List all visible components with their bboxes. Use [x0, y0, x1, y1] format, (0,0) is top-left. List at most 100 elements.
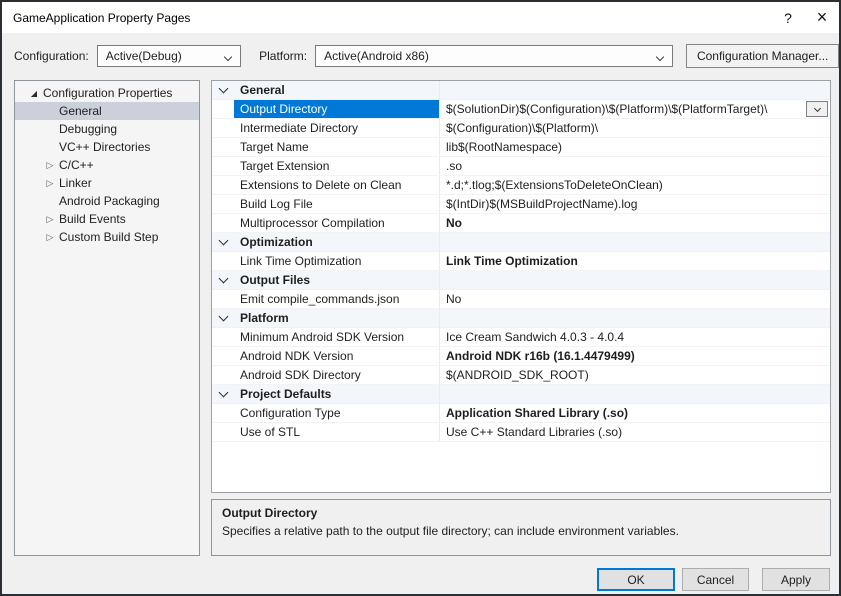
property-row-android-ndk-version[interactable]: Android NDK VersionAndroid NDK r16b (16.…	[212, 347, 830, 366]
tree-collapsed-icon[interactable]	[43, 214, 57, 225]
tree-item-general[interactable]: General	[15, 102, 199, 120]
property-row-build-log-file[interactable]: Build Log File $(IntDir)$(MSBuildProjectN…	[212, 195, 830, 214]
property-name: Emit compile_commands.json	[234, 290, 440, 308]
property-row-target-extension[interactable]: Target Extension.so	[212, 157, 830, 176]
section-collapse-toggle[interactable]	[212, 271, 234, 289]
close-icon: ×	[817, 7, 828, 28]
section-row-general[interactable]: General	[212, 81, 830, 100]
tree-item-configuration-properties[interactable]: Configuration Properties	[15, 84, 199, 102]
property-value[interactable]: Use C++ Standard Libraries (.so)	[440, 423, 830, 441]
chevron-down-icon	[813, 104, 820, 111]
tree-item-c-c[interactable]: C/C++	[15, 156, 199, 174]
property-value[interactable]: $(ANDROID_SDK_ROOT)	[440, 366, 830, 384]
section-collapse-toggle[interactable]	[212, 233, 234, 251]
tree-collapsed-icon[interactable]	[43, 160, 57, 171]
property-value[interactable]: Link Time Optimization	[440, 252, 830, 270]
property-grid: GeneralOutput Directory$(SolutionDir)$(C…	[211, 80, 831, 493]
property-value-text: $(IntDir)$(MSBuildProjectName).log	[446, 197, 637, 211]
property-name: Use of STL	[234, 423, 440, 441]
property-value[interactable]: Application Shared Library (.so)	[440, 404, 830, 422]
row-indent	[212, 176, 234, 194]
tree-item-vc-directories[interactable]: VC++ Directories	[15, 138, 199, 156]
titlebar-buttons: ? ×	[771, 2, 839, 33]
property-value[interactable]: No	[440, 290, 830, 308]
property-value[interactable]: $(IntDir)$(MSBuildProjectName).log	[440, 195, 830, 213]
section-spacer	[440, 233, 830, 251]
platform-dropdown[interactable]: Active(Android x86)	[315, 45, 673, 67]
property-row-target-name[interactable]: Target Namelib$(RootNamespace)	[212, 138, 830, 157]
config-tree: Configuration Properties GeneralDebugging…	[14, 80, 200, 556]
section-spacer	[440, 385, 830, 403]
property-name: Link Time Optimization	[234, 252, 440, 270]
property-value-text: .so	[446, 159, 462, 173]
close-button[interactable]: ×	[805, 2, 839, 33]
property-name: Output Directory	[234, 100, 440, 118]
section-spacer	[440, 271, 830, 289]
tree-item-linker[interactable]: Linker	[15, 174, 199, 192]
configuration-manager-button[interactable]: Configuration Manager...	[686, 44, 839, 68]
property-row-minimum-android-sdk-version[interactable]: Minimum Android SDK VersionIce Cream San…	[212, 328, 830, 347]
section-row-output-files[interactable]: Output Files	[212, 271, 830, 290]
property-value[interactable]: Ice Cream Sandwich 4.0.3 - 4.0.4	[440, 328, 830, 346]
configuration-label: Configuration:	[14, 49, 89, 63]
section-title: Project Defaults	[234, 385, 440, 403]
property-row-emit-compile-commands-json[interactable]: Emit compile_commands.jsonNo	[212, 290, 830, 309]
row-indent	[212, 214, 234, 232]
help-button[interactable]: ?	[771, 2, 805, 33]
row-indent	[212, 423, 234, 441]
property-row-android-sdk-directory[interactable]: Android SDK Directory$(ANDROID_SDK_ROOT)	[212, 366, 830, 385]
property-row-use-of-stl[interactable]: Use of STLUse C++ Standard Libraries (.s…	[212, 423, 830, 442]
property-name: Build Log File	[234, 195, 440, 213]
section-row-project-defaults[interactable]: Project Defaults	[212, 385, 830, 404]
value-dropdown-button[interactable]	[806, 101, 828, 117]
row-indent	[212, 347, 234, 365]
property-value-text: $(ANDROID_SDK_ROOT)	[446, 368, 589, 382]
property-row-configuration-type[interactable]: Configuration TypeApplication Shared Lib…	[212, 404, 830, 423]
tree-collapsed-icon[interactable]	[43, 232, 57, 243]
property-value[interactable]: $(SolutionDir)$(Configuration)\$(Platfor…	[440, 100, 830, 118]
section-row-platform[interactable]: Platform	[212, 309, 830, 328]
property-row-extensions-to-delete-on-clean[interactable]: Extensions to Delete on Clean*.d;*.tlog;…	[212, 176, 830, 195]
section-collapse-toggle[interactable]	[212, 81, 234, 99]
property-value[interactable]: .so	[440, 157, 830, 175]
property-row-multiprocessor-compilation[interactable]: Multiprocessor CompilationNo	[212, 214, 830, 233]
row-indent	[212, 366, 234, 384]
configuration-dropdown[interactable]: Active(Debug)	[97, 45, 241, 67]
property-value[interactable]: Android NDK r16b (16.1.4479499)	[440, 347, 830, 365]
ok-button[interactable]: OK	[597, 568, 675, 591]
tree-item-label: Android Packaging	[57, 194, 160, 208]
section-row-optimization[interactable]: Optimization	[212, 233, 830, 252]
apply-button[interactable]: Apply	[762, 568, 830, 591]
section-collapse-toggle[interactable]	[212, 309, 234, 327]
row-indent	[212, 290, 234, 308]
property-value-text: lib$(RootNamespace)	[446, 140, 562, 154]
row-indent	[212, 100, 234, 118]
property-value[interactable]: No	[440, 214, 830, 232]
tree-item-custom-build-step[interactable]: Custom Build Step	[15, 228, 199, 246]
tree-item-label: Configuration Properties	[41, 86, 172, 100]
configuration-manager-label: Configuration Manager...	[697, 49, 828, 63]
tree-item-build-events[interactable]: Build Events	[15, 210, 199, 228]
property-value[interactable]: *.d;*.tlog;$(ExtensionsToDeleteOnClean)	[440, 176, 830, 194]
tree-item-label: Custom Build Step	[57, 230, 158, 244]
property-row-intermediate-directory[interactable]: Intermediate Directory$(Configuration)\$…	[212, 119, 830, 138]
property-value[interactable]: lib$(RootNamespace)	[440, 138, 830, 156]
tree-item-debugging[interactable]: Debugging	[15, 120, 199, 138]
tree-item-android-packaging[interactable]: Android Packaging	[15, 192, 199, 210]
tree-item-label: Linker	[57, 176, 92, 190]
property-pages-dialog: GameApplication Property Pages ? × Confi…	[0, 0, 841, 596]
property-value-text: Android NDK r16b (16.1.4479499)	[446, 349, 635, 363]
tree-expanded-icon[interactable]	[27, 89, 41, 98]
apply-button-label: Apply	[781, 573, 811, 587]
section-collapse-toggle[interactable]	[212, 385, 234, 403]
property-name: Configuration Type	[234, 404, 440, 422]
platform-dropdown-value: Active(Android x86)	[324, 49, 429, 63]
tree-item-label: Build Events	[57, 212, 126, 226]
property-value[interactable]: $(Configuration)\$(Platform)\	[440, 119, 830, 137]
cancel-button[interactable]: Cancel	[682, 568, 749, 591]
property-row-output-directory[interactable]: Output Directory$(SolutionDir)$(Configur…	[212, 100, 830, 119]
tree-collapsed-icon[interactable]	[43, 178, 57, 189]
property-name: Minimum Android SDK Version	[234, 328, 440, 346]
property-row-link-time-optimization[interactable]: Link Time OptimizationLink Time Optimiza…	[212, 252, 830, 271]
configuration-bar: Configuration: Active(Debug) Platform: A…	[2, 33, 839, 78]
